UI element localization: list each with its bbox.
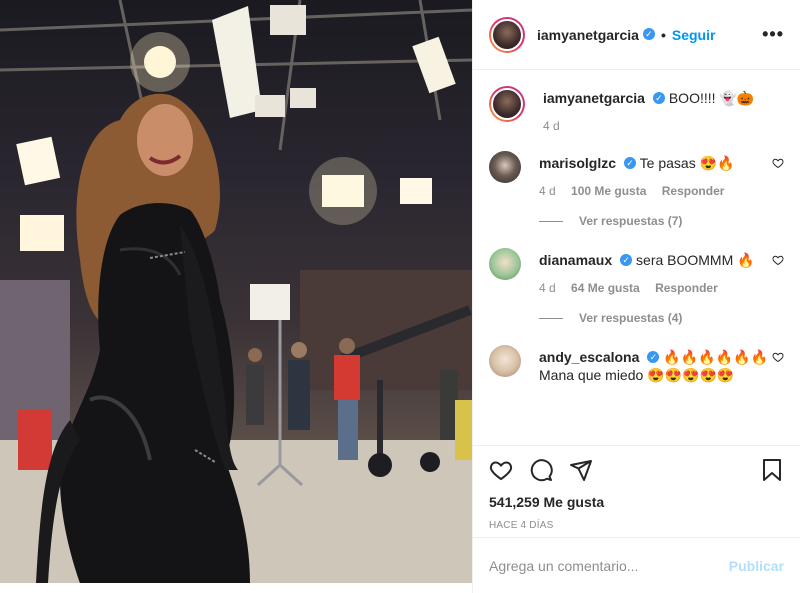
caption-text-line: iamyanetgarcia ✓ BOO!!!! 👻🎃 [543, 86, 784, 107]
caption-age[interactable]: 4 d [543, 119, 560, 133]
commenter-avatar[interactable] [489, 248, 521, 280]
comment-age[interactable]: 4 d [539, 184, 556, 198]
action-icons [489, 446, 784, 494]
caption-username[interactable]: iamyanetgarcia [543, 90, 645, 106]
author-username[interactable]: iamyanetgarcia [537, 27, 639, 43]
comment-body: andy_escalona ✓ 🔥🔥🔥🔥🔥🔥 Mana que miedo 😍😍😍… [539, 345, 784, 384]
more-options-icon[interactable]: ••• [762, 24, 784, 45]
reply-button[interactable]: Responder [655, 281, 718, 295]
comment-row: andy_escalona ✓ 🔥🔥🔥🔥🔥🔥 Mana que miedo 😍😍😍… [489, 345, 784, 384]
comment-text-line: andy_escalona ✓ 🔥🔥🔥🔥🔥🔥 Mana que miedo 😍😍😍… [539, 345, 784, 384]
comment-text: Te pasas 😍🔥 [639, 155, 735, 171]
view-replies-button[interactable]: Ver respuestas (4) [539, 311, 784, 325]
post-date[interactable]: HACE 4 DÍAS [489, 520, 784, 531]
follow-button[interactable]: Seguir [672, 27, 716, 43]
comment-meta: 4 d 100 Me gusta Responder [539, 184, 784, 198]
post-actions: 541,259 Me gusta HACE 4 DÍAS [473, 445, 800, 537]
publish-button[interactable]: Publicar [729, 558, 784, 574]
paper-plane-icon[interactable] [569, 458, 593, 482]
add-comment-bar: Publicar [473, 537, 800, 593]
commenter-username[interactable]: marisolglzc [539, 155, 616, 171]
view-replies-label: Ver respuestas (4) [579, 311, 683, 325]
verified-badge-icon: ✓ [652, 92, 665, 105]
comment-text-line: dianamaux ✓ sera BOOMMM 🔥 [539, 248, 784, 269]
caption-body: iamyanetgarcia ✓ BOO!!!! 👻🎃 4 d [543, 86, 784, 133]
comment-like-heart-icon[interactable] [772, 351, 784, 363]
commenter-username[interactable]: andy_escalona [539, 349, 639, 365]
comment-likes[interactable]: 64 Me gusta [571, 281, 640, 295]
replies-divider [539, 220, 563, 222]
caption-text: BOO!!!! 👻🎃 [668, 90, 755, 106]
view-replies-label: Ver respuestas (7) [579, 214, 683, 228]
comments-list[interactable]: iamyanetgarcia ✓ BOO!!!! 👻🎃 4 d marisolgl… [473, 70, 800, 445]
reply-button[interactable]: Responder [662, 184, 725, 198]
comment-text-line: marisolglzc ✓ Te pasas 😍🔥 [539, 151, 784, 172]
caption-row: iamyanetgarcia ✓ BOO!!!! 👻🎃 4 d [489, 86, 784, 133]
separator-dot: • [660, 26, 666, 43]
post-side-panel: iamyanetgarcia ✓ • Seguir ••• iamyanetga… [472, 0, 800, 593]
comment-likes[interactable]: 100 Me gusta [571, 184, 646, 198]
commenter-avatar[interactable] [489, 345, 521, 377]
caption-avatar[interactable] [489, 86, 525, 122]
verified-badge-icon: ✓ [620, 254, 633, 267]
verified-badge-icon: ✓ [624, 157, 637, 170]
verified-badge-icon: ✓ [647, 351, 660, 364]
commenter-username[interactable]: dianamaux [539, 252, 612, 268]
comment-row: marisolglzc ✓ Te pasas 😍🔥 4 d 100 Me gust… [489, 151, 784, 198]
caption-meta: 4 d [543, 119, 784, 133]
comment-icon[interactable] [529, 458, 553, 482]
instagram-post: iamyanetgarcia ✓ • Seguir ••• iamyanetga… [0, 0, 800, 593]
verified-badge-icon: ✓ [642, 27, 655, 40]
bookmark-icon[interactable] [760, 458, 784, 482]
comment-body: marisolglzc ✓ Te pasas 😍🔥 4 d 100 Me gust… [539, 151, 784, 198]
studio-photo-illustration [0, 0, 472, 583]
post-photo[interactable] [0, 0, 472, 583]
comment-body: dianamaux ✓ sera BOOMMM 🔥 4 d 64 Me gusta… [539, 248, 784, 295]
post-header: iamyanetgarcia ✓ • Seguir ••• [473, 0, 800, 70]
comment-age[interactable]: 4 d [539, 281, 556, 295]
heart-icon[interactable] [489, 458, 513, 482]
replies-divider [539, 317, 563, 319]
comment-like-heart-icon[interactable] [772, 254, 784, 266]
commenter-avatar[interactable] [489, 151, 521, 183]
comment-text: sera BOOMMM 🔥 [636, 252, 755, 268]
comment-row: dianamaux ✓ sera BOOMMM 🔥 4 d 64 Me gusta… [489, 248, 784, 295]
author-avatar[interactable] [489, 16, 525, 53]
comment-meta: 4 d 64 Me gusta Responder [539, 281, 784, 295]
comment-input[interactable] [489, 557, 729, 574]
likes-count[interactable]: 541,259 Me gusta [489, 494, 784, 510]
comment-like-heart-icon[interactable] [772, 157, 784, 169]
view-replies-button[interactable]: Ver respuestas (7) [539, 214, 784, 228]
